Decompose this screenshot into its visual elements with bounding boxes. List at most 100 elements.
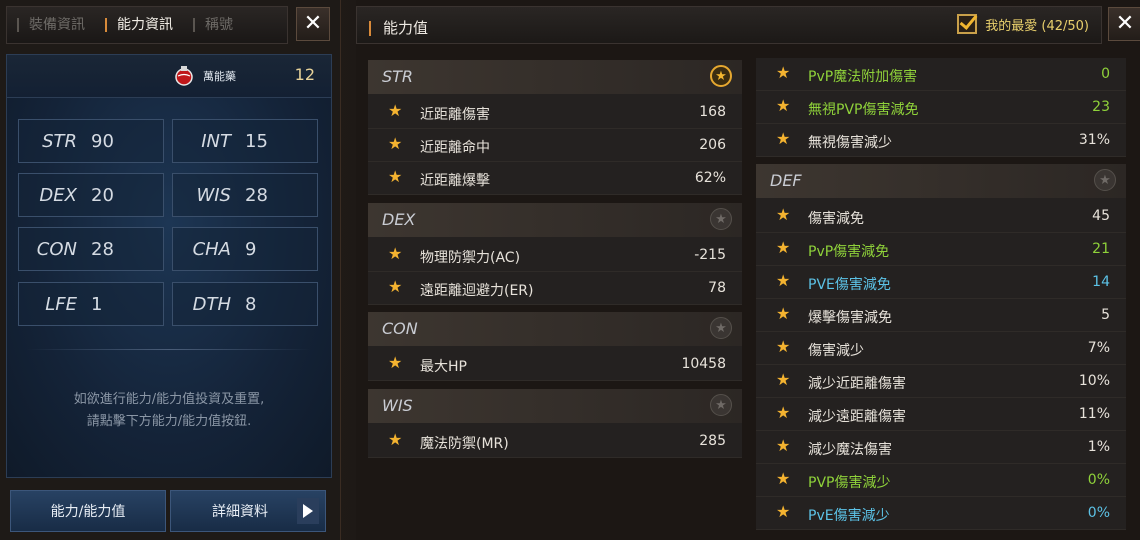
stat-row-label: 傷害減免 bbox=[808, 211, 864, 227]
favorites-label: 我的最愛 (42/50) bbox=[985, 18, 1089, 34]
favorite-star-icon[interactable]: ★ bbox=[710, 317, 732, 339]
star-icon[interactable]: ★ bbox=[776, 239, 790, 257]
ability-values-panel: 能力值 我的最愛 (42/50) ✕ STR ★ ★ 近距離傷害 168 ★ 近距離命中 20… bbox=[356, 0, 1140, 540]
stat-row: ★ PVE傷害減免 14 bbox=[756, 266, 1126, 299]
button-label: 詳細資料 bbox=[212, 504, 268, 520]
stat-row-label: PvE傷害減少 bbox=[808, 508, 890, 524]
star-icon[interactable]: ★ bbox=[776, 503, 790, 521]
stat-row: ★ 減少魔法傷害 1% bbox=[756, 431, 1126, 464]
tab-ability-info[interactable]: 能力資訊 bbox=[95, 6, 183, 44]
ability-values-titlebar: 能力值 我的最愛 (42/50) bbox=[356, 6, 1102, 44]
stat-row-label: 遠距離迴避力(ER) bbox=[420, 283, 534, 299]
stat-str: STR 90 bbox=[18, 119, 164, 163]
stat-row: ★ PvP傷害減免 21 bbox=[756, 233, 1126, 266]
tab-label: 能力資訊 bbox=[117, 17, 173, 33]
star-icon[interactable]: ★ bbox=[776, 64, 790, 82]
stat-row: ★ 物理防禦力(AC) -215 bbox=[368, 239, 742, 272]
stat-row-value: 11% bbox=[1078, 406, 1110, 422]
stat-group-title: DEX bbox=[382, 210, 416, 229]
stat-row-label: PVE傷害減免 bbox=[808, 277, 891, 293]
stat-row: ★ 近距離爆擊 62% bbox=[368, 162, 742, 195]
right-close-button[interactable]: ✕ bbox=[1108, 7, 1140, 41]
stat-row-label: PVP傷害減少 bbox=[808, 475, 891, 491]
favorite-star-icon[interactable]: ★ bbox=[1094, 169, 1116, 191]
star-icon[interactable]: ★ bbox=[776, 130, 790, 148]
tab-divider bbox=[17, 18, 19, 32]
notice-line: 如欲進行能力/能力值投資及重置, bbox=[73, 392, 265, 407]
tab-equipment-info[interactable]: 裝備資訊 bbox=[7, 6, 95, 44]
stat-group-pvp: ★ PvP魔法附加傷害 0 ★ 無視PVP傷害減免 23 ★ 無視傷害減少 31% bbox=[756, 58, 1126, 157]
favorite-star-icon[interactable]: ★ bbox=[710, 394, 732, 416]
stat-cha: CHA 9 bbox=[172, 227, 318, 271]
stat-row-label: 近距離命中 bbox=[420, 140, 490, 156]
title-text: 能力值 bbox=[383, 19, 429, 37]
stat-name: DTH bbox=[192, 293, 231, 315]
tab-label: 裝備資訊 bbox=[29, 17, 85, 33]
stat-row-value: 168 bbox=[699, 104, 726, 120]
stat-row: ★ 減少遠距離傷害 11% bbox=[756, 398, 1126, 431]
favorites-toggle[interactable]: 我的最愛 (42/50) bbox=[957, 14, 1089, 34]
stat-dex: DEX 20 bbox=[18, 173, 164, 217]
stat-value: 28 bbox=[245, 184, 268, 206]
star-icon[interactable]: ★ bbox=[776, 305, 790, 323]
stat-group-title: DEF bbox=[770, 171, 802, 190]
stat-row: ★ 爆擊傷害減免 5 bbox=[756, 299, 1126, 332]
star-icon[interactable]: ★ bbox=[776, 338, 790, 356]
stat-row: ★ 近距離傷害 168 bbox=[368, 96, 742, 129]
stat-name: STR bbox=[42, 130, 77, 152]
stat-row: ★ 無視PVP傷害減免 23 bbox=[756, 91, 1126, 124]
arrow-right-icon bbox=[297, 498, 319, 524]
star-icon[interactable]: ★ bbox=[388, 245, 402, 263]
star-icon[interactable]: ★ bbox=[776, 470, 790, 488]
star-icon[interactable]: ★ bbox=[776, 272, 790, 290]
stat-name: DEX bbox=[39, 184, 77, 206]
favorite-star-icon[interactable]: ★ bbox=[710, 65, 732, 87]
star-icon[interactable]: ★ bbox=[388, 431, 402, 449]
star-icon[interactable]: ★ bbox=[776, 437, 790, 455]
stat-row-value: 45 bbox=[1092, 208, 1110, 224]
stat-row-label: 物理防禦力(AC) bbox=[420, 250, 521, 266]
star-icon[interactable]: ★ bbox=[388, 354, 402, 372]
stat-row: ★ 傷害減少 7% bbox=[756, 332, 1126, 365]
stat-row-label: 爆擊傷害減免 bbox=[808, 310, 892, 326]
stat-row: ★ PVP傷害減少 0% bbox=[756, 464, 1126, 497]
stat-name: CHA bbox=[192, 238, 231, 260]
stat-row-value: 285 bbox=[699, 433, 726, 449]
stat-group-header: CON ★ bbox=[368, 312, 742, 346]
stat-row-label: 無視傷害減少 bbox=[808, 135, 892, 151]
stat-row-value: 21 bbox=[1092, 241, 1110, 257]
stat-int: INT 15 bbox=[172, 119, 318, 163]
stat-row-label: 減少遠距離傷害 bbox=[808, 409, 906, 425]
stat-group-header: STR ★ bbox=[368, 60, 742, 94]
favorite-star-icon[interactable]: ★ bbox=[710, 208, 732, 230]
tab-divider bbox=[105, 18, 107, 32]
stat-row: ★ 近距離命中 206 bbox=[368, 129, 742, 162]
tab-titles[interactable]: 稱號 bbox=[183, 6, 243, 44]
elixir-label: 萬能藥 bbox=[203, 70, 236, 83]
left-close-button[interactable]: ✕ bbox=[296, 7, 330, 41]
stat-row: ★ 無視傷害減少 31% bbox=[756, 124, 1126, 157]
stat-value: 15 bbox=[245, 130, 268, 152]
star-icon[interactable]: ★ bbox=[388, 278, 402, 296]
star-icon[interactable]: ★ bbox=[388, 168, 402, 186]
star-icon[interactable]: ★ bbox=[776, 404, 790, 422]
info-tabs: 裝備資訊 能力資訊 稱號 bbox=[6, 6, 288, 44]
stat-row-value: 14 bbox=[1092, 274, 1110, 290]
stat-group-title: CON bbox=[382, 319, 418, 338]
star-icon[interactable]: ★ bbox=[776, 206, 790, 224]
stat-row: ★ 魔法防禦(MR) 285 bbox=[368, 425, 742, 458]
stat-lfe: LFE 1 bbox=[18, 282, 164, 326]
stat-row: ★ 減少近距離傷害 10% bbox=[756, 365, 1126, 398]
stat-row: ★ PvE傷害減少 0% bbox=[756, 497, 1126, 530]
detail-button[interactable]: 詳細資料 bbox=[170, 490, 326, 532]
stat-row-value: 1% bbox=[1087, 439, 1110, 455]
star-icon[interactable]: ★ bbox=[388, 135, 402, 153]
ability-button[interactable]: 能力/能力值 bbox=[10, 490, 166, 532]
stat-row-label: 減少魔法傷害 bbox=[808, 442, 892, 458]
stat-row: ★ 遠距離迴避力(ER) 78 bbox=[368, 272, 742, 305]
stat-group-dex: DEX ★ ★ 物理防禦力(AC) -215 ★ 遠距離迴避力(ER) 78 bbox=[368, 203, 742, 305]
star-icon[interactable]: ★ bbox=[776, 371, 790, 389]
star-icon[interactable]: ★ bbox=[776, 97, 790, 115]
star-icon[interactable]: ★ bbox=[388, 102, 402, 120]
stat-row-label: 無視PVP傷害減免 bbox=[808, 102, 919, 118]
